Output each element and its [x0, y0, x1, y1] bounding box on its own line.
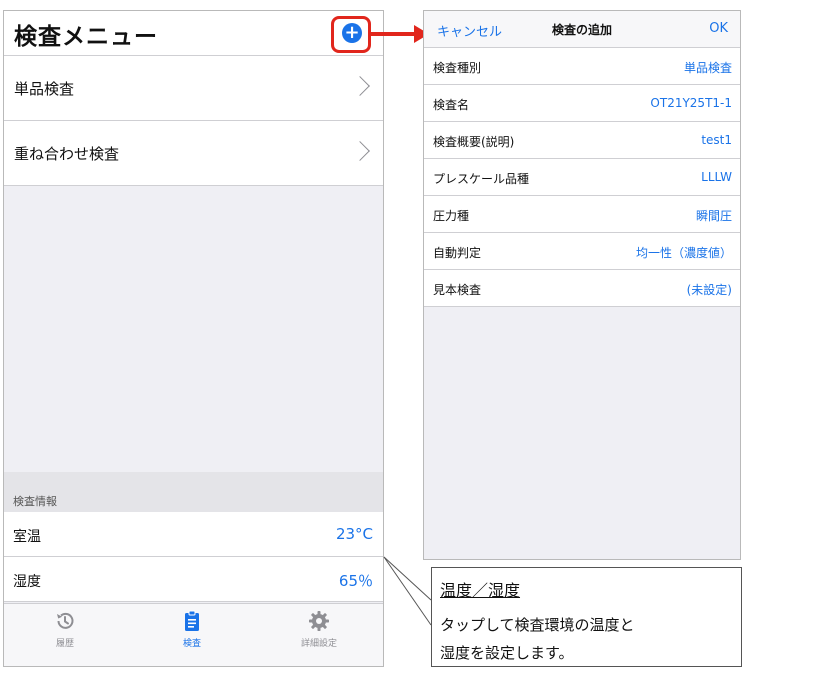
callout-line: タップして検査環境の温度と	[440, 616, 635, 634]
callout-title: 温度／湿度	[440, 581, 521, 600]
callout-box: 温度／湿度 タップして検査環境の温度と 湿度を設定します。	[431, 567, 742, 667]
callout-line: 湿度を設定します。	[440, 644, 574, 662]
callout-body: タップして検査環境の温度と 湿度を設定します。	[440, 611, 635, 667]
